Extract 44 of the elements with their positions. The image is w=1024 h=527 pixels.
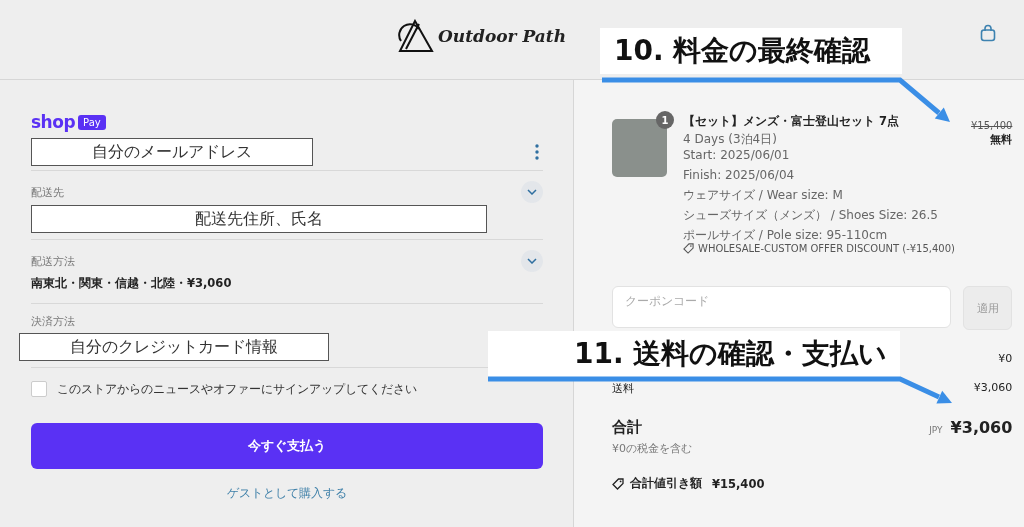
product-detail: Finish: 2025/06/04	[683, 167, 796, 183]
chevron-down-icon[interactable]	[521, 250, 543, 272]
address-box: 配送先住所、氏名	[31, 205, 487, 233]
more-options-icon[interactable]	[535, 144, 539, 160]
newsletter-checkbox[interactable]	[31, 381, 47, 397]
tag-icon	[683, 243, 694, 254]
tag-icon	[612, 477, 624, 490]
quantity-badge: 1	[656, 111, 674, 129]
total-label: 合計	[612, 418, 642, 437]
product-detail: ポールサイズ / Pole size: 95-110cm	[683, 227, 889, 243]
chevron-down-icon[interactable]	[521, 181, 543, 203]
product-detail: ウェアサイズ / Wear size: M	[683, 187, 844, 203]
currency-code: JPY	[929, 425, 943, 435]
callout-label: 11. 送料の確認・支払い	[488, 331, 900, 377]
apply-button[interactable]: 適用	[963, 286, 1013, 330]
shop-pay-logo: shop Pay	[31, 112, 106, 132]
email-box: 自分のメールアドレス	[31, 138, 313, 166]
subtotal-value: ¥0	[998, 352, 1013, 365]
card-info-box: 自分のクレジットカード情報	[19, 333, 329, 361]
pay-now-button[interactable]: 今すぐ支払う	[31, 423, 543, 469]
mountain-logo-icon	[398, 18, 434, 53]
total-savings-label: 合計値引き額	[630, 476, 702, 491]
total-value: ¥3,060	[950, 418, 1013, 437]
shipping-method-value: 南東北・関東・信越・北陸・¥3,060	[31, 275, 233, 292]
store-logo-text: Outdoor Path	[438, 25, 566, 46]
product-detail: Start: 2025/06/01	[683, 147, 791, 163]
product-detail: 4 Days (3泊4日)	[683, 131, 778, 147]
product-title: 【セット】メンズ・富士登山セット 7点	[683, 114, 900, 129]
section-label: 配送先	[31, 184, 64, 200]
shopping-bag-icon[interactable]	[980, 24, 996, 42]
shipping-value: ¥3,060	[973, 381, 1013, 396]
item-price: 無料	[990, 133, 1013, 147]
product-detail: シューズサイズ（メンズ） / Shoes Size: 26.5	[683, 207, 939, 223]
discount-label: WHOLESALE-CUSTOM OFFER DISCOUNT (-¥15,400)	[698, 243, 955, 254]
section-label: 配送方法	[31, 253, 75, 269]
guest-checkout-link[interactable]: ゲストとして購入する	[227, 486, 347, 501]
newsletter-label: このストアからのニュースやオファーにサインアップしてください	[57, 381, 417, 397]
shipping-label: 送料	[612, 381, 634, 396]
callout-label: 10. 料金の最終確認	[600, 28, 902, 74]
total-savings-value: ¥15,400	[712, 476, 765, 491]
coupon-code-field[interactable]: クーポンコード	[612, 286, 952, 328]
section-label: 決済方法	[31, 314, 75, 329]
original-price: ¥15,400	[971, 120, 1013, 131]
tax-note: ¥0の税金を含む	[612, 441, 693, 456]
